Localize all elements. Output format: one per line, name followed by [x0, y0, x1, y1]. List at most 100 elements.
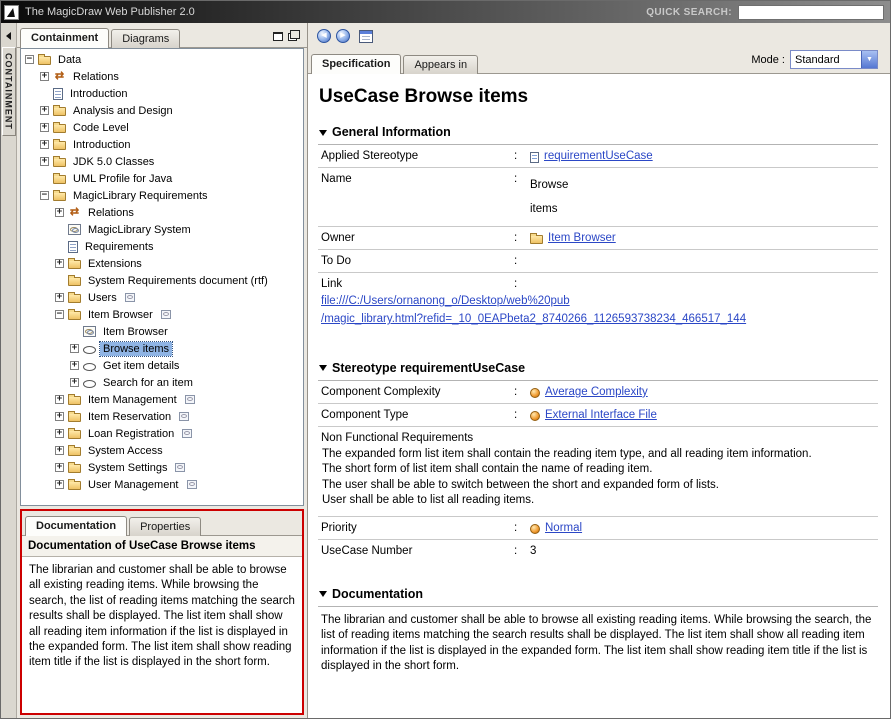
tree-item[interactable]: Introduction: [21, 85, 303, 102]
containment-strip-label[interactable]: CONTAINMENT: [2, 47, 16, 136]
tree-item[interactable]: +System Settings: [21, 459, 303, 476]
tree-item[interactable]: Requirements: [21, 238, 303, 255]
expand-toggle-icon[interactable]: +: [55, 429, 64, 438]
expand-toggle-icon[interactable]: +: [55, 395, 64, 404]
tree-item[interactable]: +⇄Relations: [21, 204, 303, 221]
mode-select[interactable]: Standard ▼: [790, 50, 878, 69]
hide-panel-icon[interactable]: [273, 32, 283, 41]
tree-item[interactable]: + Extensions: [21, 255, 303, 272]
tree-item[interactable]: + Item Reservation: [21, 408, 303, 425]
tab-properties[interactable]: Properties: [129, 517, 201, 536]
select-in-tree-icon[interactable]: [359, 30, 373, 43]
folder-icon: [38, 56, 51, 65]
containment-panel: Containment Diagrams −Data+⇄RelationsInt…: [17, 23, 308, 718]
folder-icon: [68, 294, 81, 303]
collapse-strip-icon[interactable]: [6, 32, 11, 40]
mode-dropdown-icon[interactable]: ▼: [861, 51, 877, 68]
property-colon: :: [514, 255, 530, 267]
section-header[interactable]: Documentation: [318, 584, 878, 607]
tree-item[interactable]: +Loan Registration: [21, 425, 303, 442]
expand-toggle-icon[interactable]: +: [40, 157, 49, 166]
property-label: Link: [318, 278, 514, 290]
expand-toggle-icon[interactable]: +: [55, 463, 64, 472]
tree-item[interactable]: +System Access: [21, 442, 303, 459]
expand-toggle-icon[interactable]: +: [55, 293, 64, 302]
value-link[interactable]: file:///C:/Users/ornanong_o/Desktop/web%…: [318, 290, 878, 331]
tree-item[interactable]: +Users: [21, 289, 303, 306]
tree-item[interactable]: Item Browser: [21, 323, 303, 340]
property-value: Browse items: [530, 173, 568, 221]
expand-toggle-icon[interactable]: +: [55, 412, 64, 421]
tree-item[interactable]: +Code Level: [21, 119, 303, 136]
expand-toggle-icon[interactable]: +: [70, 361, 79, 370]
tree-item[interactable]: +Browse items: [21, 340, 303, 357]
collapse-toggle-icon[interactable]: −: [55, 310, 64, 319]
expand-toggle-icon[interactable]: +: [40, 140, 49, 149]
float-panel-icon[interactable]: [288, 33, 297, 41]
expand-toggle-icon[interactable]: +: [55, 446, 64, 455]
value-link[interactable]: requirementUseCase: [544, 150, 653, 162]
property-row: Name:Browse items: [318, 168, 878, 227]
expand-toggle-icon[interactable]: +: [55, 208, 64, 217]
property-colon: :: [514, 409, 530, 421]
value-link[interactable]: Item Browser: [548, 232, 616, 244]
page-title: UseCase Browse items: [319, 86, 878, 108]
tree-item-label: MagicLibrary Requirements: [70, 189, 211, 203]
value-link[interactable]: Average Complexity: [545, 386, 648, 398]
tree-item[interactable]: +⇄Relations: [21, 68, 303, 85]
folder-icon: [53, 124, 66, 133]
expand-toggle-icon[interactable]: +: [70, 344, 79, 353]
tree-item[interactable]: − MagicLibrary Requirements: [21, 187, 303, 204]
tree-item-label: Item Reservation: [85, 410, 174, 424]
tree-item[interactable]: +Item Management: [21, 391, 303, 408]
quick-search-input[interactable]: [738, 5, 884, 20]
value-link[interactable]: Normal: [545, 522, 582, 534]
tab-documentation[interactable]: Documentation: [25, 516, 127, 536]
spec-section: Stereotype requirementUseCaseComponent C…: [318, 358, 878, 562]
property-row: Applied Stereotype:requirementUseCase: [318, 145, 878, 168]
property-row-head: Applied Stereotype:requirementUseCase: [318, 150, 878, 162]
enum-icon: [530, 524, 540, 534]
expand-toggle-icon[interactable]: +: [55, 480, 64, 489]
tree-item[interactable]: +Introduction: [21, 136, 303, 153]
folder-icon: [68, 481, 81, 490]
history-back-icon[interactable]: ◀: [317, 29, 331, 43]
tab-diagrams[interactable]: Diagrams: [111, 29, 180, 48]
property-value: 3: [530, 545, 536, 557]
usecase-icon: [83, 380, 96, 388]
tree-item[interactable]: MagicLibrary System: [21, 221, 303, 238]
tab-specification[interactable]: Specification: [311, 54, 401, 74]
tab-appears-in[interactable]: Appears in: [403, 55, 478, 74]
tree-item[interactable]: +Search for an item: [21, 374, 303, 391]
tree-item-label: Relations: [70, 70, 122, 84]
tree-item-label: Extensions: [85, 257, 145, 271]
collapse-toggle-icon[interactable]: −: [40, 191, 49, 200]
relations-icon: ⇄: [68, 206, 81, 219]
collapse-toggle-icon[interactable]: −: [25, 55, 34, 64]
expand-toggle-icon[interactable]: +: [40, 106, 49, 115]
expand-toggle-icon[interactable]: +: [70, 378, 79, 387]
tree-item[interactable]: +Analysis and Design: [21, 102, 303, 119]
section-text: The librarian and customer shall be able…: [318, 607, 878, 675]
value-link[interactable]: External Interface File: [545, 409, 657, 421]
tree-item[interactable]: +Get item details: [21, 357, 303, 374]
tree-item[interactable]: +JDK 5.0 Classes: [21, 153, 303, 170]
expand-toggle-icon[interactable]: +: [40, 72, 49, 81]
tab-containment[interactable]: Containment: [20, 28, 109, 48]
property-colon: :: [514, 278, 530, 290]
section-header[interactable]: General Information: [318, 122, 878, 145]
history-forward-icon[interactable]: ▶: [336, 29, 350, 43]
expand-toggle-icon[interactable]: +: [55, 259, 64, 268]
property-label: Priority: [318, 522, 514, 534]
tree-item[interactable]: −Item Browser: [21, 306, 303, 323]
tree-item[interactable]: UML Profile for Java: [21, 170, 303, 187]
section-title: Documentation: [332, 587, 423, 601]
tree-item[interactable]: System Requirements document (rtf): [21, 272, 303, 289]
property-value: Average Complexity: [530, 386, 648, 398]
section-header[interactable]: Stereotype requirementUseCase: [318, 358, 878, 381]
property-value: The expanded form list item shall contai…: [318, 444, 878, 511]
tree-item[interactable]: +User Management: [21, 476, 303, 493]
property-row: Priority:Normal: [318, 517, 878, 540]
tree-item[interactable]: −Data: [21, 51, 303, 68]
expand-toggle-icon[interactable]: +: [40, 123, 49, 132]
